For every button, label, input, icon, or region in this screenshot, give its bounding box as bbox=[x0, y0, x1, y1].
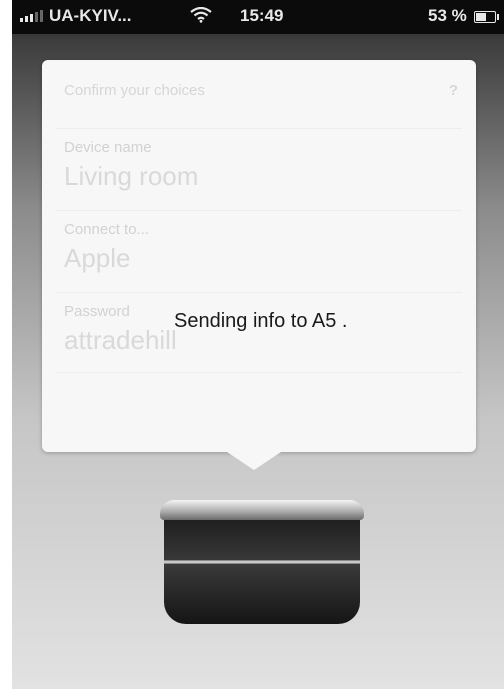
battery-fill bbox=[476, 13, 486, 21]
field-label: Password bbox=[64, 303, 130, 320]
divider bbox=[56, 372, 462, 373]
carrier-name: UA-KYIV... bbox=[49, 6, 132, 25]
clock: 15:49 bbox=[240, 6, 284, 25]
help-button[interactable]: ? bbox=[449, 82, 458, 99]
speaker-band bbox=[164, 560, 360, 564]
app-screen: UA-KYIV... 15:49 53 % Confirm your choic… bbox=[12, 0, 504, 689]
field-label: Connect to... bbox=[64, 221, 150, 238]
battery-icon bbox=[474, 11, 499, 23]
connect-to-field[interactable]: Connect to... Apple bbox=[56, 210, 462, 287]
field-value: attradehill bbox=[64, 325, 177, 355]
status-bar: UA-KYIV... 15:49 53 % bbox=[12, 0, 504, 34]
signal-bars-icon bbox=[20, 10, 43, 22]
field-value: Living room bbox=[64, 161, 199, 191]
card-title: Confirm your choices bbox=[64, 82, 205, 99]
speaker-top bbox=[160, 500, 364, 520]
carrier-group: UA-KYIV... bbox=[20, 6, 132, 26]
sending-status-text: Sending info to A5 . bbox=[174, 310, 348, 332]
device-name-field[interactable]: Device name Living room bbox=[56, 128, 462, 205]
battery-percent: 53 % bbox=[428, 6, 467, 25]
field-label: Device name bbox=[64, 139, 152, 156]
confirm-card: Confirm your choices ? Device name Livin… bbox=[42, 60, 476, 452]
card-pointer bbox=[224, 450, 284, 470]
speaker-body bbox=[164, 514, 360, 624]
field-value: Apple bbox=[64, 243, 131, 273]
wifi-icon bbox=[190, 6, 212, 28]
speaker-device-image bbox=[160, 500, 364, 624]
